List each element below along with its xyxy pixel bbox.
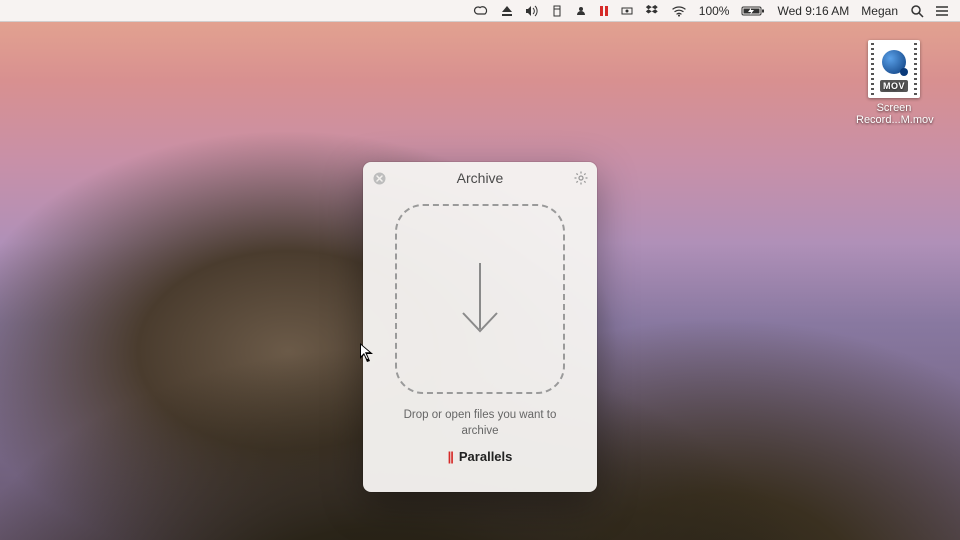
desktop-file-mov[interactable]: MOV Screen Record...M.mov [856,40,932,126]
battery-icon[interactable] [741,0,765,21]
close-button[interactable] [371,170,387,186]
dropbox-icon[interactable] [645,0,659,21]
battery-percentage[interactable]: 100% [699,0,730,21]
spotlight-icon[interactable] [910,0,924,21]
parallels-brand: || Parallels [448,449,513,464]
menu-extra-icon-2[interactable] [575,0,587,21]
close-icon [373,172,386,185]
user-menu[interactable]: Megan [861,0,898,21]
dropzone-instructions: Drop or open files you want to archive [383,408,577,439]
gear-icon [574,171,588,185]
macos-menubar: 100% Wed 9:16 AM Megan [0,0,960,22]
cursor-icon [360,343,376,365]
parallels-brand-text: Parallels [459,449,513,464]
quicktime-mov-icon: MOV [868,40,920,98]
desktop-file-label: Screen Record...M.mov [856,102,932,126]
menu-extra-icon-3[interactable] [621,0,633,21]
parallels-logo-icon: || [448,449,453,464]
archive-title: Archive [457,170,504,186]
settings-button[interactable] [573,170,589,186]
clock[interactable]: Wed 9:16 AM [777,0,849,21]
wifi-icon[interactable] [671,0,687,21]
creative-cloud-icon[interactable] [473,0,489,21]
menu-extra-icon[interactable] [551,0,563,21]
arrow-down-icon [457,259,503,339]
notification-center-icon[interactable] [936,0,950,21]
parallels-icon[interactable] [599,0,609,21]
archive-window: Archive Drop or open files you want to a… [363,162,597,492]
file-ext-badge: MOV [880,80,908,92]
archive-dropzone[interactable] [395,204,565,394]
archive-titlebar[interactable]: Archive [363,162,597,194]
eject-icon[interactable] [501,0,513,21]
volume-icon[interactable] [525,0,539,21]
